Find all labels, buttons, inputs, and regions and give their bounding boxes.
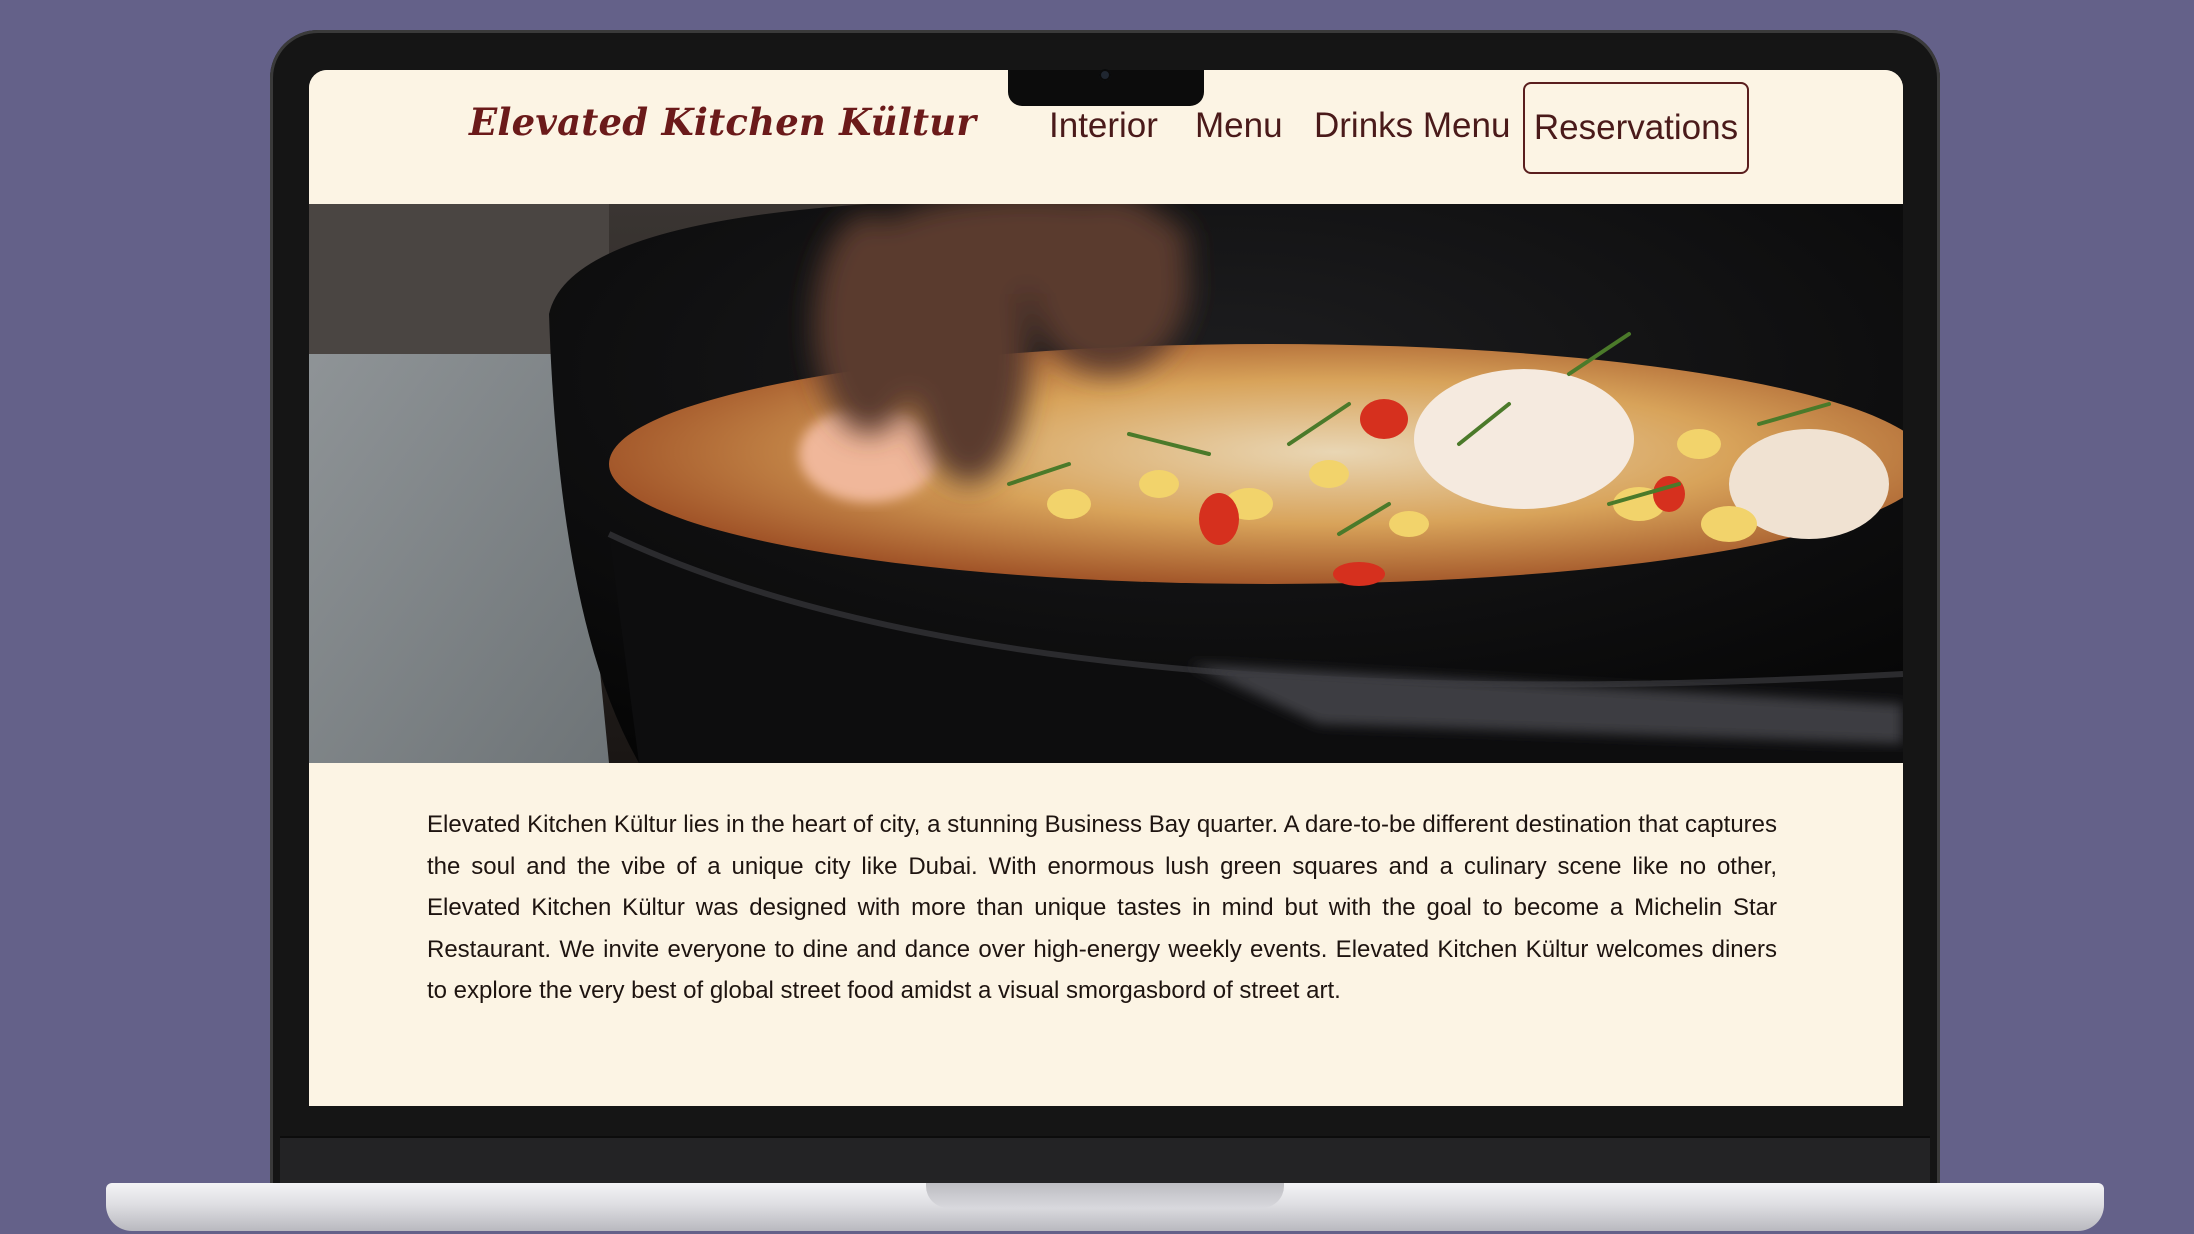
- nav-link-menu[interactable]: Menu: [1195, 106, 1283, 146]
- nav-link-interior[interactable]: Interior: [1049, 106, 1158, 146]
- intro-paragraph: Elevated Kitchen Kültur lies in the hear…: [427, 811, 1777, 1004]
- laptop-hinge: [280, 1136, 1930, 1186]
- reservations-button[interactable]: Reservations: [1523, 82, 1749, 174]
- seafood-pan-illustration: [309, 204, 1903, 763]
- brand-logo[interactable]: Elevated Kitchen Kültur: [469, 100, 976, 144]
- camera-icon: [1099, 69, 1111, 81]
- laptop-base-notch: [926, 1183, 1284, 1208]
- browser-screen: Elevated Kitchen Kültur Interior Menu Dr…: [309, 70, 1903, 1106]
- nav-link-drinks-menu[interactable]: Drinks Menu: [1314, 106, 1510, 146]
- hero-image: [309, 204, 1903, 763]
